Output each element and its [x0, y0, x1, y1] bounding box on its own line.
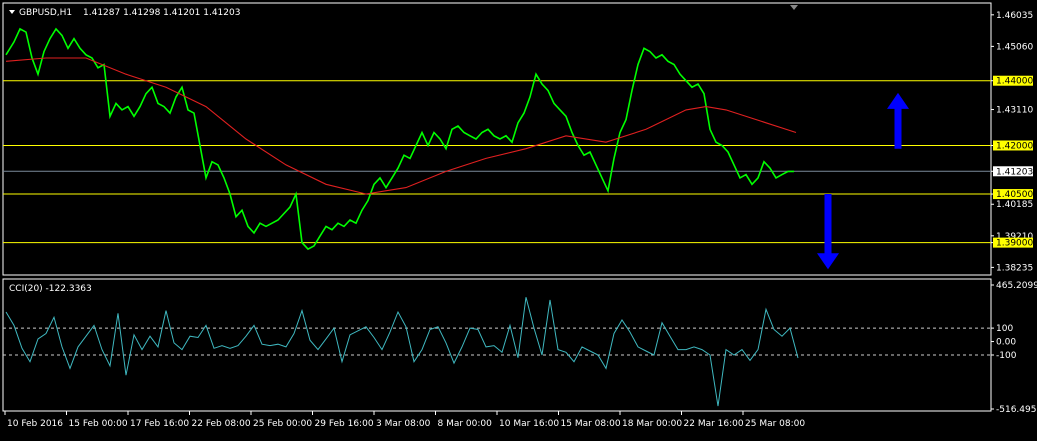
x-tick-label: 15 Feb 00:00: [69, 419, 128, 429]
cci-tick-label: -516.4956: [996, 405, 1037, 415]
x-tick-label: 22 Feb 08:00: [192, 419, 251, 429]
x-tick-label: 18 Mar 00:00: [622, 419, 682, 429]
cci-tick-label: 100: [996, 324, 1013, 334]
y-tick-label: 1.42000: [996, 141, 1033, 151]
x-tick-label: 25 Feb 00:00: [253, 419, 312, 429]
y-tick-label: 1.44000: [996, 77, 1033, 87]
x-tick-label: 3 Mar 08:00: [376, 419, 431, 429]
x-tick-label: 17 Feb 16:00: [130, 419, 189, 429]
x-tick-label: 10 Mar 16:00: [499, 419, 559, 429]
cci-panel-frame: [2, 278, 992, 412]
x-tick-label: 22 Mar 16:00: [684, 419, 744, 429]
chart-window[interactable]: 1.46035 1.45060 1.44000 1.43110 1.42000 1.412…: [0, 0, 1037, 437]
y-tick-label: 1.39000: [996, 239, 1033, 249]
y-tick-label: 1.41203: [996, 167, 1033, 177]
cci-label: CCI(20) -122.3363: [9, 284, 92, 294]
y-tick-label: 1.43110: [996, 106, 1033, 116]
cci-tick-label: -100: [996, 351, 1017, 361]
x-tick-label: 29 Feb 16:00: [315, 419, 374, 429]
main-panel-frame: [2, 2, 992, 276]
symbol-label: GBPUSD,H1: [19, 8, 72, 18]
cci-tick-label: 0.00: [996, 338, 1016, 348]
x-tick-label: 10 Feb 2016: [7, 419, 63, 429]
ohlc-label: 1.41287 1.41298 1.41201 1.41203: [83, 8, 240, 18]
x-tick-label: 25 Mar 08:00: [745, 419, 805, 429]
y-tick-label: 1.45060: [996, 42, 1033, 52]
y-tick-label: 1.46035: [996, 11, 1033, 21]
y-tick-label: 1.40185: [996, 200, 1033, 210]
x-tick-label: 8 Mar 00:00: [438, 419, 493, 429]
price-chart-svg[interactable]: 1.46035 1.45060 1.44000 1.43110 1.42000 1.412…: [0, 0, 1037, 437]
y-tick-label: 1.38235: [996, 263, 1033, 273]
cci-tick-label: 465.2099: [996, 281, 1037, 291]
x-tick-label: 15 Mar 08:00: [561, 419, 621, 429]
y-tick-label: 1.40500: [996, 190, 1033, 200]
